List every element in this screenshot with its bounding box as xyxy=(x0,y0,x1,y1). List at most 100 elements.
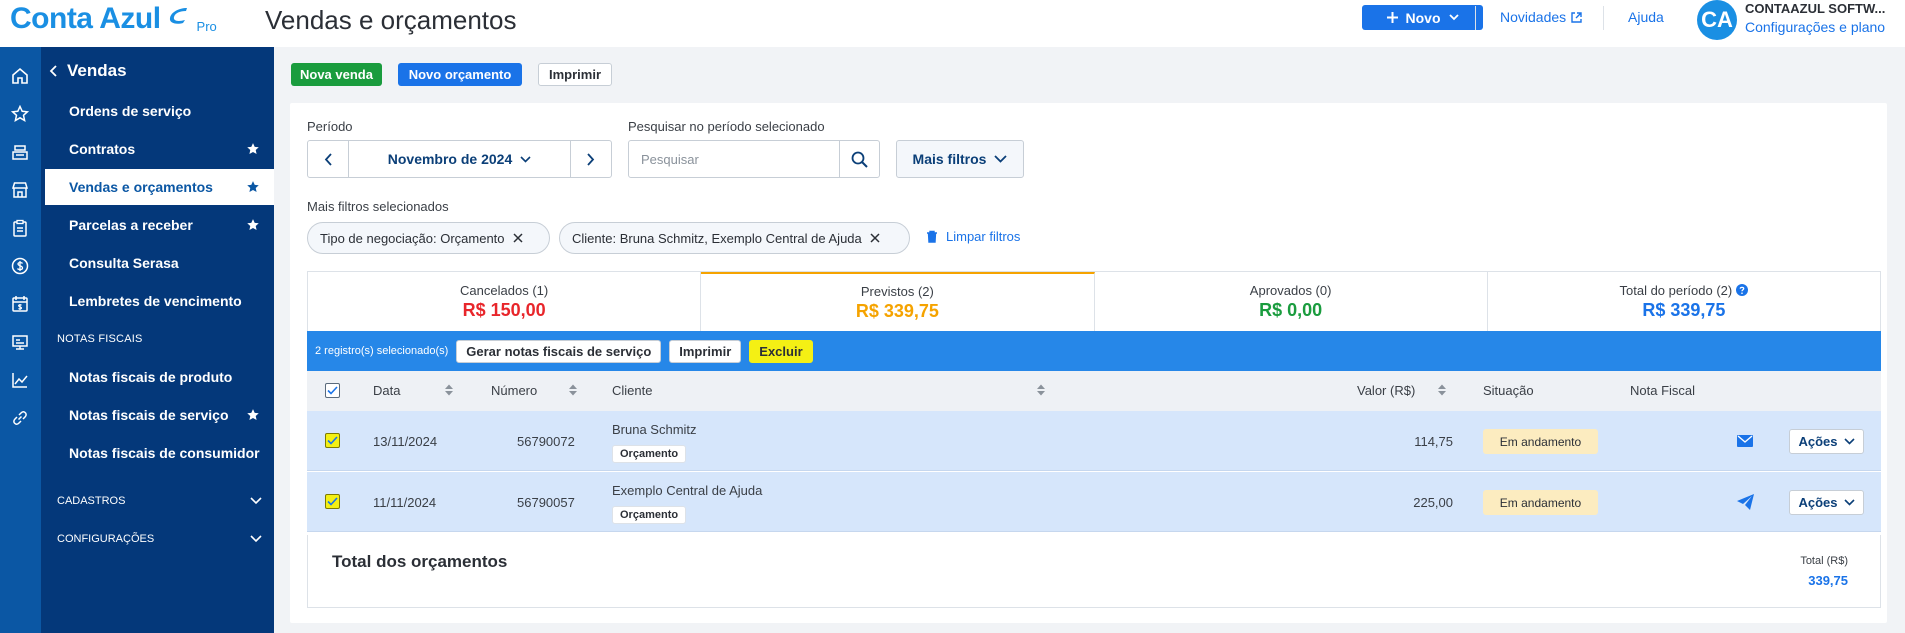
novo-orcamento-button[interactable]: Novo orçamento xyxy=(398,63,522,86)
help-icon[interactable] xyxy=(1736,284,1749,296)
row-client[interactable]: Bruna Schmitz xyxy=(612,422,697,437)
clear-filters-link[interactable]: Limpar filtros xyxy=(926,229,1020,244)
sort-icon[interactable] xyxy=(568,383,578,397)
column-header-data[interactable]: Data xyxy=(373,383,400,398)
summary-tab-previstos[interactable]: Previstos (2) R$ 339,75 xyxy=(701,272,1095,331)
star-icon[interactable] xyxy=(8,102,32,126)
sidebar-item-nf-produto[interactable]: Notas fiscais de produto xyxy=(45,359,274,395)
calendar-dollar-icon[interactable] xyxy=(8,292,32,316)
sort-icon[interactable] xyxy=(1036,383,1046,397)
summary-label: Total do período (2) xyxy=(1619,282,1733,298)
more-filters-button[interactable]: Mais filtros xyxy=(896,140,1024,178)
store-icon[interactable] xyxy=(8,178,32,202)
cash-register-icon[interactable] xyxy=(8,140,32,164)
star-icon[interactable] xyxy=(246,218,260,232)
chart-line-icon[interactable] xyxy=(8,368,32,392)
paper-plane-icon[interactable] xyxy=(1737,494,1754,510)
sidebar-item-vendas-orcamentos[interactable]: Vendas e orçamentos xyxy=(45,169,274,205)
filter-chip-cliente: Cliente: Bruna Schmitz, Exemplo Central … xyxy=(559,222,910,254)
sidebar-item-contratos[interactable]: Contratos xyxy=(45,131,274,167)
summary-label: Cancelados (1) xyxy=(460,282,549,298)
row-type-tag: Orçamento xyxy=(612,445,687,463)
sort-icon[interactable] xyxy=(444,383,454,397)
excluir-button[interactable]: Excluir xyxy=(749,339,813,363)
summary-value: R$ 0,00 xyxy=(1259,299,1323,320)
acoes-dropdown[interactable]: Ações xyxy=(1789,490,1864,515)
envelope-icon[interactable] xyxy=(1737,435,1753,447)
select-all-checkbox[interactable] xyxy=(325,383,340,398)
column-header-valor[interactable]: Valor (R$) xyxy=(1357,383,1415,398)
gerar-notas-button[interactable]: Gerar notas fiscais de serviço xyxy=(456,339,662,363)
period-value: Novembro de 2024 xyxy=(387,151,513,167)
sidebar-group-configuracoes[interactable]: CONFIGURAÇÕES xyxy=(57,533,262,545)
check-icon xyxy=(327,386,338,395)
previous-period-button[interactable] xyxy=(308,141,348,177)
close-icon[interactable] xyxy=(870,233,880,243)
row-number: 56790072 xyxy=(517,434,575,449)
star-icon[interactable] xyxy=(246,180,260,194)
period-month-dropdown[interactable]: Novembro de 2024 xyxy=(348,141,571,177)
sidebar-group-cadastros[interactable]: CADASTROS xyxy=(57,495,262,507)
next-period-button[interactable] xyxy=(571,141,611,177)
sidebar-section-notas-fiscais: NOTAS FISCAIS xyxy=(57,333,143,345)
nova-venda-button[interactable]: Nova venda xyxy=(291,63,382,86)
company-name: CONTAAZUL SOFTW... xyxy=(1745,1,1886,16)
search-button[interactable] xyxy=(839,141,879,177)
clipboard-icon[interactable] xyxy=(8,216,32,240)
search-input[interactable] xyxy=(629,141,839,177)
ajuda-link[interactable]: Ajuda xyxy=(1628,9,1664,25)
sidebar-item-lembretes[interactable]: Lembretes de vencimento xyxy=(45,283,274,319)
chevron-down-icon xyxy=(520,155,531,163)
table-row[interactable]: 13/11/2024 56790072 Bruna Schmitz Orçame… xyxy=(307,411,1881,471)
summary-tab-aprovados[interactable]: Aprovados (0) R$ 0,00 xyxy=(1095,272,1488,331)
summary-tab-total[interactable]: Total do período (2) R$ 339,75 xyxy=(1488,272,1880,331)
star-icon[interactable] xyxy=(246,142,260,156)
chevron-down-icon xyxy=(994,155,1008,163)
chevron-left-icon xyxy=(49,65,57,77)
imprimir-button[interactable]: Imprimir xyxy=(538,63,612,86)
row-value: 114,75 xyxy=(1414,434,1453,449)
home-icon[interactable] xyxy=(8,64,32,88)
row-checkbox[interactable] xyxy=(325,494,340,509)
sidebar-back-vendas[interactable]: Vendas xyxy=(49,61,127,81)
column-header-numero[interactable]: Número xyxy=(491,383,537,398)
sidebar-item-nf-consumidor[interactable]: Notas fiscais de consumidor xyxy=(45,435,274,471)
close-icon[interactable] xyxy=(512,233,523,243)
sort-icon[interactable] xyxy=(1437,383,1447,397)
table-row[interactable]: 11/11/2024 56790057 Exemplo Central de A… xyxy=(307,472,1881,532)
sidebar-item-nf-servico[interactable]: Notas fiscais de serviço xyxy=(45,397,274,433)
sidebar-title: Vendas xyxy=(67,61,127,80)
conta-azul-logo[interactable]: Conta Azul Pro xyxy=(10,2,217,36)
link-icon[interactable] xyxy=(8,406,32,430)
receipt-icon[interactable] xyxy=(8,330,32,354)
acoes-dropdown[interactable]: Ações xyxy=(1789,429,1864,454)
chevron-down-icon xyxy=(250,497,262,505)
sidebar-item-consulta-serasa[interactable]: Consulta Serasa xyxy=(45,245,274,281)
star-icon[interactable] xyxy=(246,408,260,422)
settings-plan-link[interactable]: Configurações e plano xyxy=(1745,19,1885,35)
sidebar-item-parcelas-receber[interactable]: Parcelas a receber xyxy=(45,207,274,243)
search-box xyxy=(628,140,880,178)
column-header-cliente[interactable]: Cliente xyxy=(612,383,652,398)
summary-tab-cancelados[interactable]: Cancelados (1) R$ 150,00 xyxy=(308,272,702,331)
imprimir-selected-button[interactable]: Imprimir xyxy=(669,339,742,363)
divider xyxy=(1475,6,1476,30)
chevron-right-icon xyxy=(587,152,595,166)
chip-label: Tipo de negociação: Orçamento xyxy=(320,230,505,246)
sidebar-item-ordens-servico[interactable]: Ordens de serviço xyxy=(45,93,274,129)
chevron-down-icon xyxy=(250,535,262,543)
row-checkbox[interactable] xyxy=(325,433,340,448)
row-client[interactable]: Exemplo Central de Ajuda xyxy=(612,483,762,498)
selection-bar: 2 registro(s) selecionado(s) Gerar notas… xyxy=(307,331,1881,371)
avatar[interactable]: CA xyxy=(1697,0,1737,40)
novidades-link[interactable]: Novidades xyxy=(1500,9,1582,25)
dollar-icon[interactable] xyxy=(8,254,32,278)
logo-pro-badge: Pro xyxy=(196,19,217,34)
sidebar-group-label: CADASTROS xyxy=(57,495,126,507)
selection-count: 2 registro(s) selecionado(s) xyxy=(315,345,449,357)
new-dropdown-button[interactable]: Novo xyxy=(1362,5,1483,30)
ajuda-label: Ajuda xyxy=(1628,9,1664,25)
divider xyxy=(1603,6,1604,30)
sidebar-item-label: Contratos xyxy=(69,141,136,157)
company-info[interactable]: CONTAAZUL SOFTW... Configurações e plano xyxy=(1745,1,1885,35)
